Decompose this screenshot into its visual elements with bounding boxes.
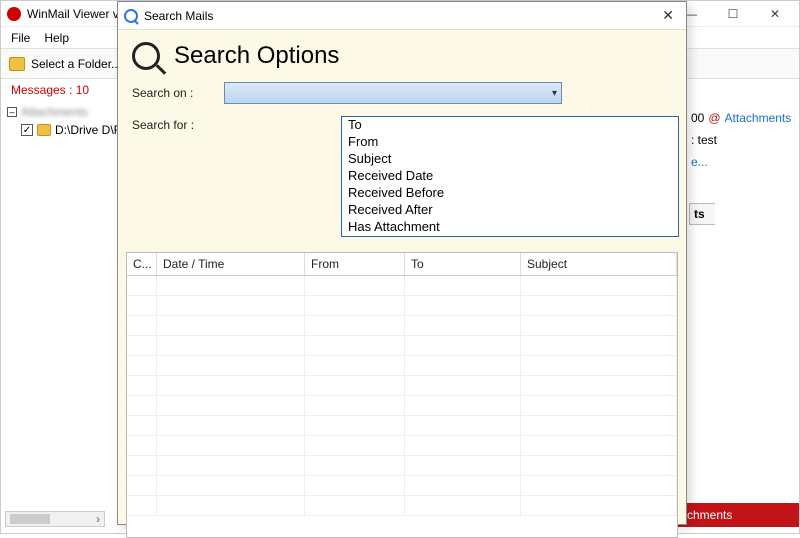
- app-icon: [7, 7, 21, 21]
- main-window-controls: — ☐ ✕: [671, 3, 795, 25]
- attachments-link[interactable]: Attachments: [725, 111, 792, 125]
- grid-row: [127, 316, 677, 336]
- option-to[interactable]: To: [342, 117, 678, 134]
- horizontal-scrollbar[interactable]: ›: [5, 511, 105, 527]
- attachments-bar[interactable]: tachments: [671, 503, 799, 527]
- dialog-title: Search Mails: [144, 9, 213, 23]
- magnifier-icon: [132, 42, 160, 70]
- app-title: WinMail Viewer v3.: [27, 7, 129, 21]
- search-mails-dialog: Search Mails ✕ Search Options Search on …: [117, 1, 687, 525]
- subject-fragment: : test: [691, 133, 717, 147]
- col-subject[interactable]: Subject: [521, 253, 677, 275]
- grid-row: [127, 396, 677, 416]
- col-to[interactable]: To: [405, 253, 521, 275]
- folder-icon: [9, 57, 25, 71]
- results-grid: C... Date / Time From To Subject: [126, 252, 678, 538]
- grid-row: [127, 296, 677, 316]
- timestamp-fragment: 00: [691, 111, 704, 125]
- search-on-dropdown: To From Subject Received Date Received B…: [341, 116, 679, 237]
- dialog-close-button[interactable]: ✕: [656, 7, 680, 24]
- dialog-titlebar: Search Mails ✕: [118, 2, 686, 30]
- at-symbol: @: [708, 111, 720, 125]
- col-from[interactable]: From: [305, 253, 405, 275]
- grid-row: [127, 336, 677, 356]
- option-subject[interactable]: Subject: [342, 151, 678, 168]
- tree-item-label: D:\Drive D\F: [55, 123, 121, 137]
- grid-row: [127, 476, 677, 496]
- checkbox-icon[interactable]: ✓: [21, 124, 33, 136]
- dialog-heading: Search Options: [174, 42, 339, 70]
- option-received-before[interactable]: Received Before: [342, 185, 678, 202]
- close-button[interactable]: ✕: [755, 3, 795, 25]
- col-date[interactable]: Date / Time: [157, 253, 305, 275]
- option-from[interactable]: From: [342, 134, 678, 151]
- scroll-right-icon[interactable]: ›: [92, 512, 104, 526]
- grid-row: [127, 356, 677, 376]
- chevron-down-icon: ▾: [552, 88, 557, 99]
- option-has-attachment[interactable]: Has Attachment: [342, 219, 678, 236]
- scrollbar-thumb[interactable]: [10, 514, 50, 524]
- tree-item-label: Attachments: [21, 105, 88, 119]
- folder-icon: [37, 124, 51, 136]
- search-icon: [124, 9, 138, 23]
- grid-row: [127, 456, 677, 476]
- search-for-label: Search for :: [132, 118, 214, 132]
- select-folder-button[interactable]: Select a Folder...: [31, 57, 121, 71]
- tab-fragment[interactable]: ts: [689, 203, 715, 225]
- option-received-after[interactable]: Received After: [342, 202, 678, 219]
- preview-fragment: 00 @ Attachments : test e...: [691, 111, 799, 177]
- grid-row: [127, 436, 677, 456]
- search-on-combobox[interactable]: ▾: [224, 82, 562, 104]
- menu-help[interactable]: Help: [44, 31, 69, 45]
- col-c[interactable]: C...: [127, 253, 157, 275]
- more-link[interactable]: e...: [691, 155, 708, 169]
- expand-toggle[interactable]: –: [7, 107, 17, 117]
- dialog-header: Search Options: [118, 30, 686, 76]
- grid-header: C... Date / Time From To Subject: [127, 253, 677, 276]
- maximize-button[interactable]: ☐: [713, 3, 753, 25]
- grid-row: [127, 276, 677, 296]
- option-received-date[interactable]: Received Date: [342, 168, 678, 185]
- search-on-label: Search on :: [132, 86, 214, 100]
- menu-file[interactable]: File: [11, 31, 30, 45]
- grid-row: [127, 376, 677, 396]
- grid-row: [127, 496, 677, 516]
- grid-row: [127, 416, 677, 436]
